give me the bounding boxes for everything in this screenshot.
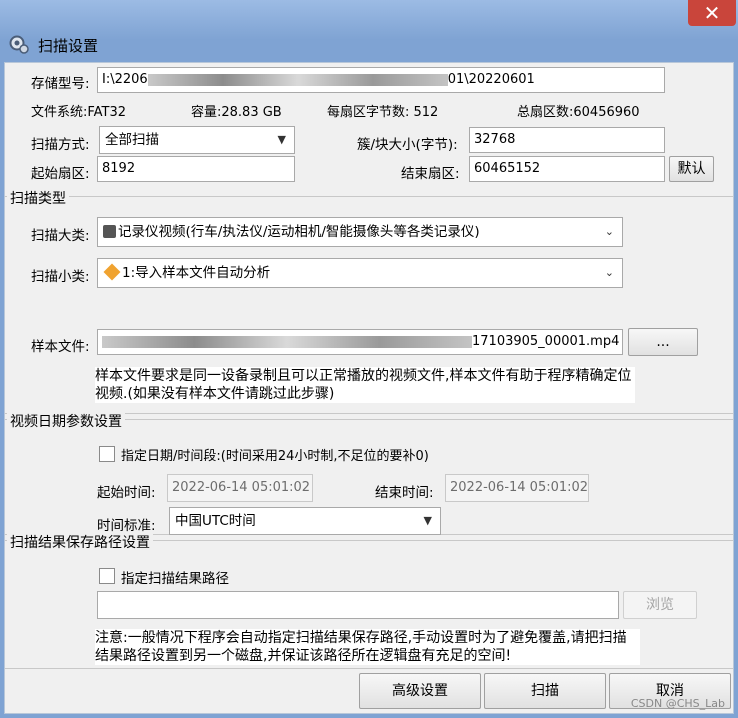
- sample-file-field[interactable]: 17103905_00001.mp4: [97, 329, 623, 355]
- specify-path-label: 指定扫描结果路径: [121, 571, 229, 587]
- scan-minor-select[interactable]: 1:导入样本文件自动分析 ⌄: [97, 258, 623, 288]
- scan-mode-select[interactable]: 全部扫描 ▼: [99, 126, 295, 154]
- storage-suffix: 01\20220601: [447, 72, 535, 87]
- storage-model-field[interactable]: I:\2206 01\20220601: [97, 67, 665, 93]
- scan-minor-value: 1:导入样本文件自动分析: [122, 265, 271, 281]
- scan-type-group: 扫描类型 扫描大类: 记录仪视频(行车/执法仪/运动相机/智能摄像头等各类记录仪…: [5, 188, 733, 414]
- chevron-down-icon: ▼: [277, 133, 286, 146]
- cluster-size-field[interactable]: 32768: [469, 127, 665, 153]
- tag-icon: [103, 263, 121, 281]
- date-params-title: 视频日期参数设置: [7, 411, 125, 431]
- save-path-group: 扫描结果保存路径设置 指定扫描结果路径 浏览 注意:一般情况下程序会自动指定扫描…: [5, 532, 733, 668]
- chevron-down-icon: ⌄: [604, 266, 614, 279]
- bytes-per-sector-info: 每扇区字节数: 512: [327, 105, 439, 120]
- filesystem-info: 文件系统:FAT32: [31, 105, 127, 120]
- specify-date-label: 指定日期/时间段:(时间采用24小时制,不足位的要补0): [121, 449, 429, 464]
- video-recorder-icon: [103, 225, 116, 238]
- date-params-group: 视频日期参数设置 指定日期/时间段:(时间采用24小时制,不足位的要补0) 起始…: [5, 411, 733, 535]
- window-title: 扫描设置: [38, 37, 99, 55]
- footer-bar: 高级设置 扫描 取消 CSDN @CHS_Lab: [5, 668, 733, 714]
- capacity-info: 容量:28.83 GB: [191, 105, 282, 120]
- advanced-settings-button[interactable]: 高级设置: [359, 673, 481, 709]
- scan-type-title: 扫描类型: [7, 188, 69, 208]
- save-path-title: 扫描结果保存路径设置: [7, 532, 153, 552]
- sample-file-label: 样本文件:: [31, 339, 90, 355]
- scan-major-label: 扫描大类:: [31, 228, 90, 244]
- end-time-label: 结束时间:: [375, 485, 434, 501]
- gear-scan-icon: [9, 35, 29, 54]
- storage-label: 存储型号:: [31, 76, 90, 92]
- default-button[interactable]: 默认: [669, 156, 714, 182]
- specify-date-checkbox[interactable]: [99, 446, 115, 462]
- scan-major-value: 记录仪视频(行车/执法仪/运动相机/智能摄像头等各类记录仪): [118, 224, 480, 240]
- timezone-select[interactable]: 中国UTC时间 ▼: [169, 507, 441, 535]
- scan-mode-value: 全部扫描: [105, 132, 159, 148]
- start-time-label: 起始时间:: [97, 485, 156, 501]
- chevron-down-icon: ▼: [423, 514, 432, 527]
- close-icon: ✕: [703, 1, 721, 25]
- sample-file-note: 样本文件要求是同一设备录制且可以正常播放的视频文件,样本文件有助于程序精确定位视…: [95, 367, 635, 403]
- end-sector-label: 结束扇区:: [401, 166, 460, 182]
- save-path-note: 注意:一般情况下程序会自动指定扫描结果保存路径,手动设置时为了避免覆盖,请把扫描…: [95, 629, 640, 665]
- start-time-field[interactable]: 2022-06-14 05:01:02: [167, 474, 313, 502]
- start-sector-label: 起始扇区:: [31, 166, 90, 182]
- specify-path-checkbox[interactable]: [99, 568, 115, 584]
- save-path-field[interactable]: [97, 591, 619, 619]
- timezone-label: 时间标准:: [97, 518, 156, 534]
- scan-major-select[interactable]: 记录仪视频(行车/执法仪/运动相机/智能摄像头等各类记录仪) ⌄: [97, 217, 623, 247]
- chevron-down-icon: ⌄: [604, 225, 614, 238]
- start-sector-field[interactable]: 8192: [97, 156, 295, 182]
- save-path-browse-button[interactable]: 浏览: [623, 591, 697, 619]
- end-time-field[interactable]: 2022-06-14 05:01:02: [445, 474, 589, 502]
- total-sectors-info: 总扇区数:60456960: [517, 105, 640, 120]
- watermark: CSDN @CHS_Lab: [630, 697, 725, 710]
- sample-browse-button[interactable]: ...: [628, 328, 698, 356]
- cluster-size-label: 簇/块大小(字节):: [357, 137, 458, 153]
- scan-button[interactable]: 扫描: [484, 673, 606, 709]
- close-button[interactable]: ✕: [688, 0, 736, 26]
- storage-prefix: I:\2206: [102, 72, 148, 87]
- redacted-region: [102, 335, 472, 348]
- scan-mode-label: 扫描方式:: [31, 137, 90, 153]
- end-sector-field[interactable]: 60465152: [469, 156, 665, 182]
- redacted-region: [147, 73, 448, 86]
- sample-file-suffix: 17103905_00001.mp4: [472, 334, 620, 349]
- scan-minor-label: 扫描小类:: [31, 269, 90, 285]
- dialog-client: 存储型号: I:\2206 01\20220601 文件系统:FAT32 容量:2…: [4, 62, 734, 714]
- timezone-value: 中国UTC时间: [175, 513, 256, 529]
